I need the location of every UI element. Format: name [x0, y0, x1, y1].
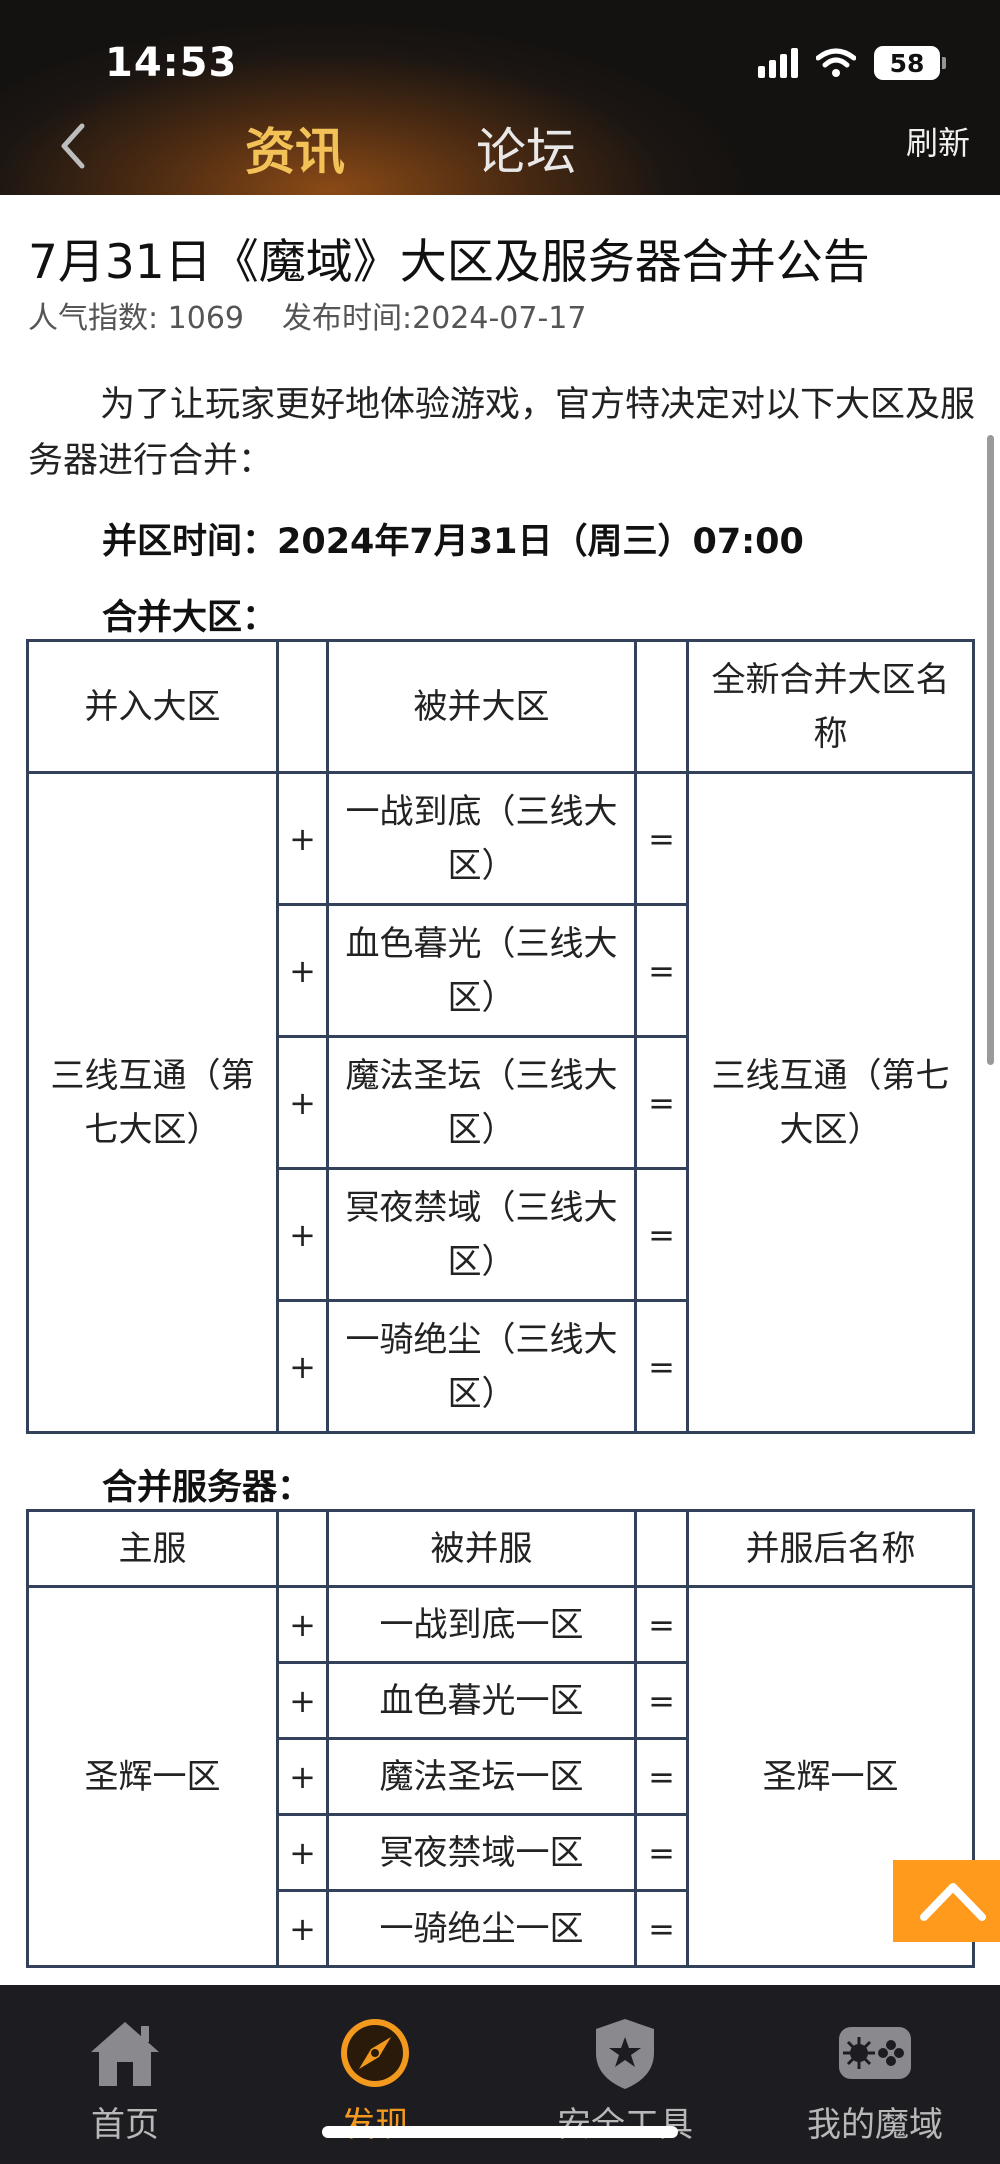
intro-paragraph: 为了让玩家更好地体验游戏，官方特决定对以下大区及服务器进行合并： — [28, 385, 976, 481]
result-region-cell: 三线互通（第七大区） — [686, 771, 975, 1434]
home-icon — [91, 2022, 159, 2086]
table-header — [634, 639, 689, 774]
equals-sign: = — [634, 1889, 689, 1968]
article-title: 7月31日《魔域》大区及服务器合并公告 — [28, 235, 870, 290]
chevron-left-icon — [61, 123, 85, 169]
plus-sign: + — [276, 1035, 329, 1170]
merged-server-cell: 血色暮光一区 — [326, 1661, 637, 1740]
equals-sign: = — [634, 1813, 689, 1892]
plus-sign: + — [276, 1737, 329, 1816]
nav-label: 我的魔域 — [807, 2105, 943, 2145]
region-merge-table: 并入大区 被并大区 全新合并大区名称 三线互通（第七大区） + 一战到底（三线大… — [26, 639, 975, 1434]
plus-sign: + — [276, 1889, 329, 1968]
gamepad-icon — [839, 2027, 911, 2079]
compass-icon — [341, 2019, 409, 2087]
status-time: 14:53 — [105, 40, 238, 86]
battery-icon: 58 — [874, 46, 946, 80]
article-meta: 人气指数: 1069 发布时间:2024-07-17 — [28, 293, 624, 337]
nav-item-home[interactable]: 首页 — [0, 1985, 250, 2164]
table-header — [634, 1509, 689, 1588]
plus-sign: + — [276, 903, 329, 1038]
chevron-up-icon — [920, 1883, 986, 1921]
main-region-cell: 三线互通（第七大区） — [26, 771, 279, 1434]
plus-sign: + — [276, 1813, 329, 1892]
scrollbar[interactable] — [987, 435, 994, 1065]
app-header: 14:53 58 资讯 论坛 刷新 — [0, 0, 1000, 195]
plus-sign: + — [276, 771, 329, 906]
merged-region-cell: 血色暮光（三线大区） — [326, 903, 637, 1038]
merged-region-cell: 一骑绝尘（三线大区） — [326, 1299, 637, 1434]
nav-label: 安全工具 — [557, 2105, 693, 2145]
scroll-to-top-button[interactable] — [893, 1860, 1000, 1942]
tab-forum[interactable]: 论坛 — [476, 112, 576, 184]
home-indicator — [322, 2126, 678, 2138]
refresh-button[interactable]: 刷新 — [906, 118, 970, 164]
table-header — [276, 639, 329, 774]
plus-sign: + — [276, 1299, 329, 1434]
merged-server-cell: 一战到底一区 — [326, 1585, 637, 1664]
wifi-icon — [816, 48, 856, 77]
merged-region-cell: 冥夜禁域（三线大区） — [326, 1167, 637, 1302]
merged-server-cell: 冥夜禁域一区 — [326, 1813, 637, 1892]
merged-server-cell: 一骑绝尘一区 — [326, 1889, 637, 1968]
table-header: 主服 — [26, 1509, 279, 1588]
table-header — [276, 1509, 329, 1588]
article-content[interactable]: 7月31日《魔域》大区及服务器合并公告 人气指数: 1069 发布时间:2024-… — [0, 195, 1000, 1985]
table-header: 并服后名称 — [686, 1509, 975, 1588]
merge-time: 并区时间：2024年7月31日（周三）07:00 — [102, 522, 804, 562]
equals-sign: = — [634, 771, 689, 906]
equals-sign: = — [634, 1737, 689, 1816]
plus-sign: + — [276, 1167, 329, 1302]
equals-sign: = — [634, 1035, 689, 1170]
merged-server-cell: 魔法圣坛一区 — [326, 1737, 637, 1816]
table-header: 并入大区 — [26, 639, 279, 774]
main-server-cell: 圣辉一区 — [26, 1585, 279, 1968]
plus-sign: + — [276, 1585, 329, 1664]
equals-sign: = — [634, 1661, 689, 1740]
table-header: 全新合并大区名称 — [686, 639, 975, 774]
shield-star-icon — [596, 2019, 654, 2089]
popularity-count: 人气指数: 1069 — [28, 301, 244, 336]
status-icons: 58 — [758, 46, 946, 80]
nav-label: 发现 — [341, 2105, 409, 2145]
region-heading: 合并大区： — [102, 598, 278, 638]
merged-region-cell: 一战到底（三线大区） — [326, 771, 637, 906]
table-header: 被并大区 — [326, 639, 637, 774]
merged-region-cell: 魔法圣坛（三线大区） — [326, 1035, 637, 1170]
tab-news[interactable]: 资讯 — [245, 112, 345, 184]
server-merge-table: 主服 被并服 并服后名称 圣辉一区 + 一战到底一区 = 圣辉一区 + 血色暮光… — [26, 1509, 975, 1968]
equals-sign: = — [634, 1585, 689, 1664]
nav-item-my-game[interactable]: 我的魔域 — [750, 1985, 1000, 2164]
equals-sign: = — [634, 903, 689, 1038]
equals-sign: = — [634, 1167, 689, 1302]
server-heading: 合并服务器： — [102, 1468, 313, 1508]
publish-time: 发布时间:2024-07-17 — [282, 301, 587, 336]
nav-label: 首页 — [91, 2105, 159, 2145]
table-header: 被并服 — [326, 1509, 637, 1588]
back-button[interactable] — [48, 118, 98, 174]
cellular-signal-icon — [758, 48, 798, 78]
equals-sign: = — [634, 1299, 689, 1434]
plus-sign: + — [276, 1661, 329, 1740]
